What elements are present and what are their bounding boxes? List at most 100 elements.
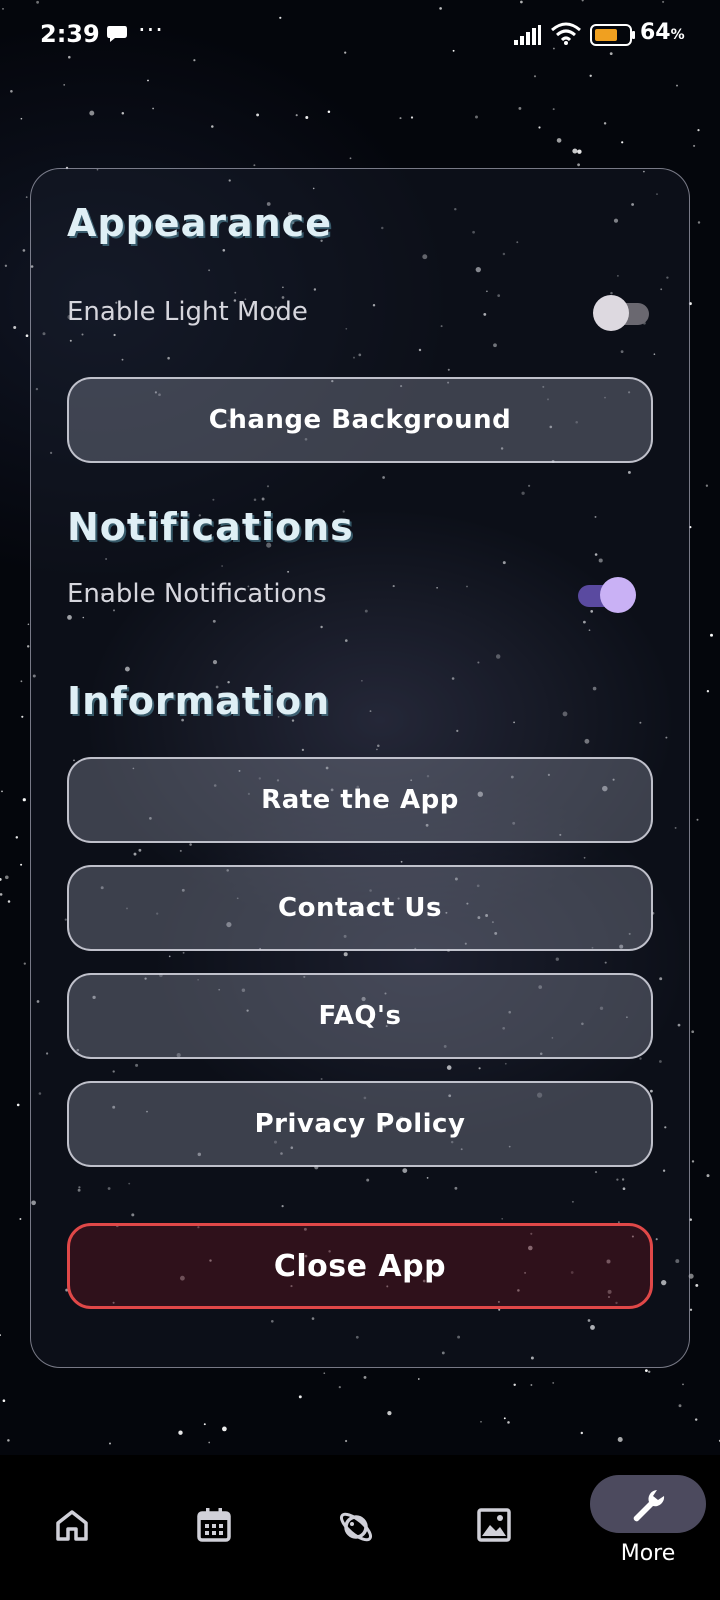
home-icon [56,1510,88,1541]
battery-icon [590,24,635,46]
change-background-button[interactable]: Change Background [67,377,653,463]
star [109,1442,111,1445]
star [552,1381,555,1384]
battery-percent: 64% [640,20,685,45]
star [19,1218,22,1220]
privacy-policy-button[interactable]: Privacy Policy [67,1081,653,1167]
star [16,1103,20,1107]
star [89,110,95,116]
close-app-button[interactable]: Close App [67,1223,653,1309]
star [0,893,3,896]
star [147,79,149,82]
star [15,836,19,839]
nav-home[interactable] [22,1455,122,1600]
star [697,129,700,132]
star [678,1404,682,1408]
star [21,715,24,718]
star [22,249,26,252]
star [10,90,13,93]
star [480,1420,482,1423]
notifications-title: Notifications [67,505,354,549]
star [25,334,29,338]
star [689,1308,693,1311]
nav-gallery[interactable] [448,1455,548,1600]
star [621,141,624,144]
image-icon [477,1508,511,1542]
star [577,163,580,167]
star [27,623,30,626]
star [20,680,23,683]
star [399,117,402,120]
settings-card: Appearance Enable Light Mode Change Back… [30,168,690,1368]
star [345,1439,348,1443]
nav-more-label[interactable]: More [590,1541,706,1566]
star [577,149,582,154]
star [691,1030,695,1034]
star [533,75,537,78]
star [20,117,23,120]
star [323,1372,326,1375]
star [121,111,125,115]
star [208,1441,211,1444]
star [552,108,555,111]
more-notifications-indicator: ··· [138,16,164,44]
star [676,84,678,87]
star [211,125,214,128]
star [696,818,699,821]
star [295,114,298,117]
nav-calendar[interactable] [164,1455,264,1600]
star [518,106,522,110]
nav-planet[interactable] [306,1455,406,1600]
star [13,326,17,329]
star [0,1334,1,1337]
notifications-label: Enable Notifications [67,579,327,609]
star [693,144,696,147]
status-bar: 2:39 ··· 64% [0,0,720,72]
information-title: Information [67,679,331,723]
planet-icon [339,1512,373,1542]
rate-app-button[interactable]: Rate the App [67,757,653,843]
star [410,116,414,119]
star [572,148,578,154]
star [706,1174,710,1178]
star [4,875,9,880]
wrench-icon [633,1490,665,1522]
star [305,116,309,119]
message-icon [107,26,127,42]
signal-icon [514,25,541,45]
battery-percent-value: 64 [640,20,671,45]
star [63,84,66,86]
star [589,74,592,78]
star [7,900,11,903]
star [1,790,3,793]
calendar-icon [197,1508,231,1542]
contact-us-button[interactable]: Contact Us [67,865,653,951]
appearance-title: Appearance [67,201,332,245]
battery-percent-unit: % [670,27,685,43]
light-mode-toggle[interactable] [593,293,653,333]
star [298,1395,302,1399]
nav-more[interactable] [590,1475,706,1533]
star [22,798,26,802]
star [4,264,8,267]
star [203,1423,206,1426]
star [507,1421,510,1424]
star [0,877,2,881]
notifications-toggle[interactable] [576,575,636,615]
bottom-navigation: More [0,1455,720,1600]
star [503,1417,506,1420]
star [556,138,562,143]
star [682,1383,684,1386]
star [327,110,331,113]
star [645,1369,648,1372]
faq-button[interactable]: FAQ's [67,973,653,1059]
light-mode-label: Enable Light Mode [67,297,308,327]
star [178,1430,183,1435]
toggle-thumb [593,295,629,331]
toggle-thumb [600,577,636,613]
star [23,962,26,965]
star [25,196,28,198]
status-time: 2:39 [40,20,100,48]
star [2,1399,6,1402]
star [603,122,607,125]
